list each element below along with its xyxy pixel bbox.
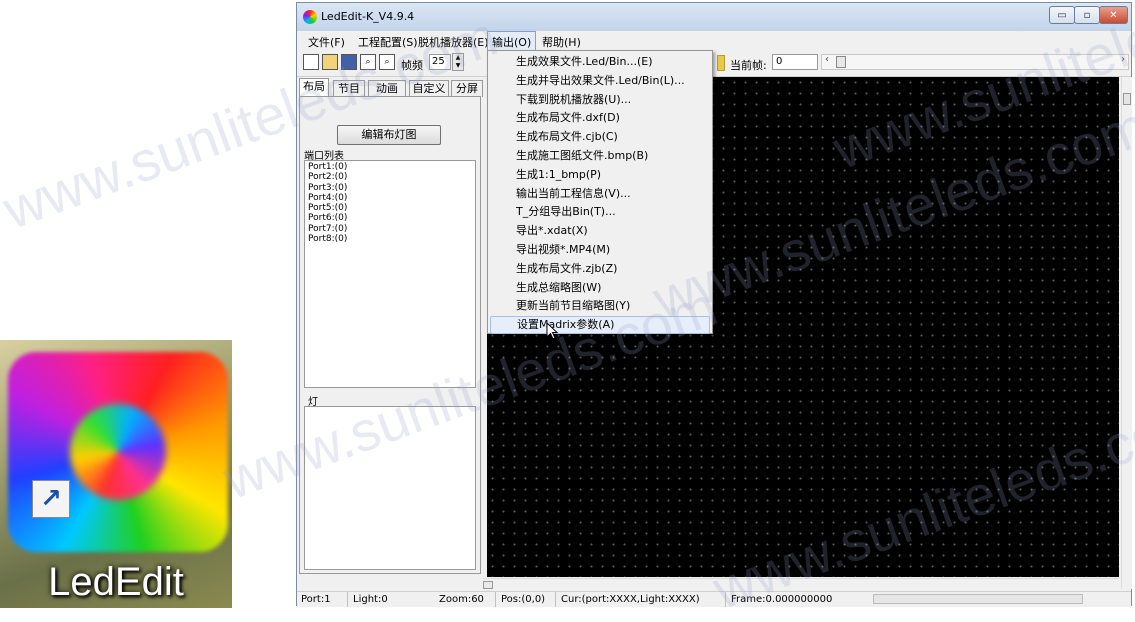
list-item[interactable]: Port8:(0) xyxy=(308,234,472,244)
new-file-icon[interactable] xyxy=(303,54,319,70)
status-position: Pos:(0,0) xyxy=(501,594,546,605)
status-bar: Port:1 Light:0 Zoom:60 Pos:(0,0) Cur:(po… xyxy=(297,591,1131,607)
status-divider xyxy=(725,592,726,607)
status-divider xyxy=(555,592,556,607)
output-menu-item[interactable]: 下载到脱机播放器(U)... xyxy=(490,91,710,109)
tab-program[interactable]: 节目 xyxy=(333,80,365,97)
output-dropdown-menu: 生成效果文件.Led/Bin...(E) 生成并导出效果文件.Led/Bin(L)… xyxy=(487,50,713,335)
tab-layout[interactable]: 布局 xyxy=(299,78,329,97)
fps-label: 帧频 xyxy=(401,59,423,72)
menu-bar: 文件(F) 工程配置(S) 脱机播放器(E) 输出(O) 帮助(H) xyxy=(297,31,1131,53)
app-window: LedEdit-K_V4.9.4 ▭ ▫ ✕ 文件(F) 工程配置(S) 脱机播… xyxy=(296,2,1132,607)
list-item[interactable]: Port1:(0) xyxy=(308,162,472,172)
output-menu-item[interactable]: 生成效果文件.Led/Bin...(E) xyxy=(490,53,710,71)
frame-marker-icon xyxy=(717,55,725,71)
current-frame-label: 当前帧: xyxy=(730,59,767,72)
output-menu-item[interactable]: T_分组导出Bin(T)... xyxy=(490,203,710,221)
fps-input[interactable]: 25 xyxy=(429,54,451,70)
maximize-button[interactable]: ▫ xyxy=(1074,6,1100,24)
menu-project-config[interactable]: 工程配置(S) xyxy=(355,33,421,51)
vertical-scrollbar[interactable] xyxy=(1121,77,1132,589)
output-menu-item[interactable]: 生成总缩略图(W) xyxy=(490,279,710,297)
output-menu-item[interactable]: 生成1:1_bmp(P) xyxy=(490,166,710,184)
desktop-shortcut-lededit[interactable]: ↗ LedEdit xyxy=(0,340,232,608)
list-item[interactable]: Port6:(0) xyxy=(308,213,472,223)
output-menu-item[interactable]: 生成并导出效果文件.Led/Bin(L)... xyxy=(490,72,710,90)
output-menu-item[interactable]: 生成布局文件.dxf(D) xyxy=(490,109,710,127)
status-port: Port:1 xyxy=(301,594,331,605)
minimize-button[interactable]: ▭ xyxy=(1049,6,1075,24)
status-progress-bar xyxy=(873,594,1083,604)
output-menu-item[interactable]: 生成布局文件.zjb(Z) xyxy=(490,260,710,278)
output-menu-item[interactable]: 导出*.xdat(X) xyxy=(490,222,710,240)
tab-split-screen[interactable]: 分屏 xyxy=(451,80,483,97)
save-disk-icon[interactable] xyxy=(341,54,357,70)
app-logo-icon xyxy=(303,10,317,24)
output-menu-item[interactable]: 设置Madrix参数(A) xyxy=(490,316,710,335)
mouse-pointer-icon xyxy=(546,322,559,340)
horizontal-scroll-thumb[interactable] xyxy=(483,581,493,589)
edit-layout-button[interactable]: 编辑布灯图 xyxy=(337,125,441,145)
output-menu-item[interactable]: 输出当前工程信息(V)... xyxy=(490,185,710,203)
lededit-logo-icon xyxy=(8,352,228,552)
status-light: Light:0 xyxy=(353,594,388,605)
desktop-icon-label: LedEdit xyxy=(48,560,184,604)
menu-offline-player[interactable]: 脱机播放器(E) xyxy=(415,33,492,51)
output-menu-item[interactable]: 更新当前节目缩略图(Y) xyxy=(490,297,710,315)
menu-file[interactable]: 文件(F) xyxy=(305,33,348,51)
output-menu-item[interactable]: 导出视频*.MP4(M) xyxy=(490,241,710,259)
frame-slider[interactable]: ‹ › xyxy=(821,54,1129,70)
slider-thumb[interactable] xyxy=(836,56,846,68)
slider-left-arrow-icon[interactable]: ‹ xyxy=(825,54,829,65)
menu-help[interactable]: 帮助(H) xyxy=(539,33,584,51)
port-list[interactable]: Port1:(0) Port2:(0) Port3:(0) Port4:(0) … xyxy=(304,160,476,388)
horizontal-scrollbar[interactable] xyxy=(483,578,1119,591)
zoom-in-icon[interactable]: ⌕ xyxy=(360,54,376,70)
open-folder-icon[interactable] xyxy=(322,54,338,70)
status-divider xyxy=(495,592,496,607)
title-bar[interactable]: LedEdit-K_V4.9.4 ▭ ▫ ✕ xyxy=(297,3,1131,31)
layout-tab-panel: 编辑布灯图 端口列表 Port1:(0) Port2:(0) Port3:(0)… xyxy=(299,96,481,574)
close-button[interactable]: ✕ xyxy=(1099,6,1128,24)
output-menu-item[interactable]: 生成施工图纸文件.bmp(B) xyxy=(490,147,710,165)
slider-right-arrow-icon[interactable]: › xyxy=(1121,54,1125,65)
light-list[interactable] xyxy=(304,406,476,570)
vertical-scroll-thumb[interactable] xyxy=(1123,93,1131,105)
status-zoom: Zoom:60 xyxy=(439,594,484,605)
list-item[interactable]: Port3:(0) xyxy=(308,183,472,193)
tab-animation[interactable]: 动画 xyxy=(368,80,406,97)
window-title: LedEdit-K_V4.9.4 xyxy=(321,10,415,23)
tab-custom[interactable]: 自定义 xyxy=(409,80,449,97)
list-item[interactable]: Port5:(0) xyxy=(308,203,472,213)
output-menu-item[interactable]: 生成布局文件.cjb(C) xyxy=(490,128,710,146)
shortcut-arrow-icon: ↗ xyxy=(32,480,70,518)
status-divider xyxy=(347,592,348,607)
status-cursor: Cur:(port:XXXX,Light:XXXX) xyxy=(561,594,700,605)
current-frame-input[interactable]: 0 xyxy=(772,54,818,70)
list-item[interactable]: Port2:(0) xyxy=(308,172,472,182)
list-item[interactable]: Port7:(0) xyxy=(308,224,472,234)
zoom-out-icon[interactable]: ⌕ xyxy=(379,54,395,70)
list-item[interactable]: Port4:(0) xyxy=(308,193,472,203)
left-panel: 布局 节目 动画 自定义 分屏 编辑布灯图 端口列表 Port1:(0) Por… xyxy=(297,77,483,577)
toolbar: ⌕ ⌕ 帧频 25 ▲ ▼ 当前帧: 0 ‹ › xyxy=(297,50,1131,77)
fps-spinner[interactable]: ▲ ▼ xyxy=(452,53,464,71)
status-frame: Frame:0.000000000 xyxy=(731,594,833,605)
